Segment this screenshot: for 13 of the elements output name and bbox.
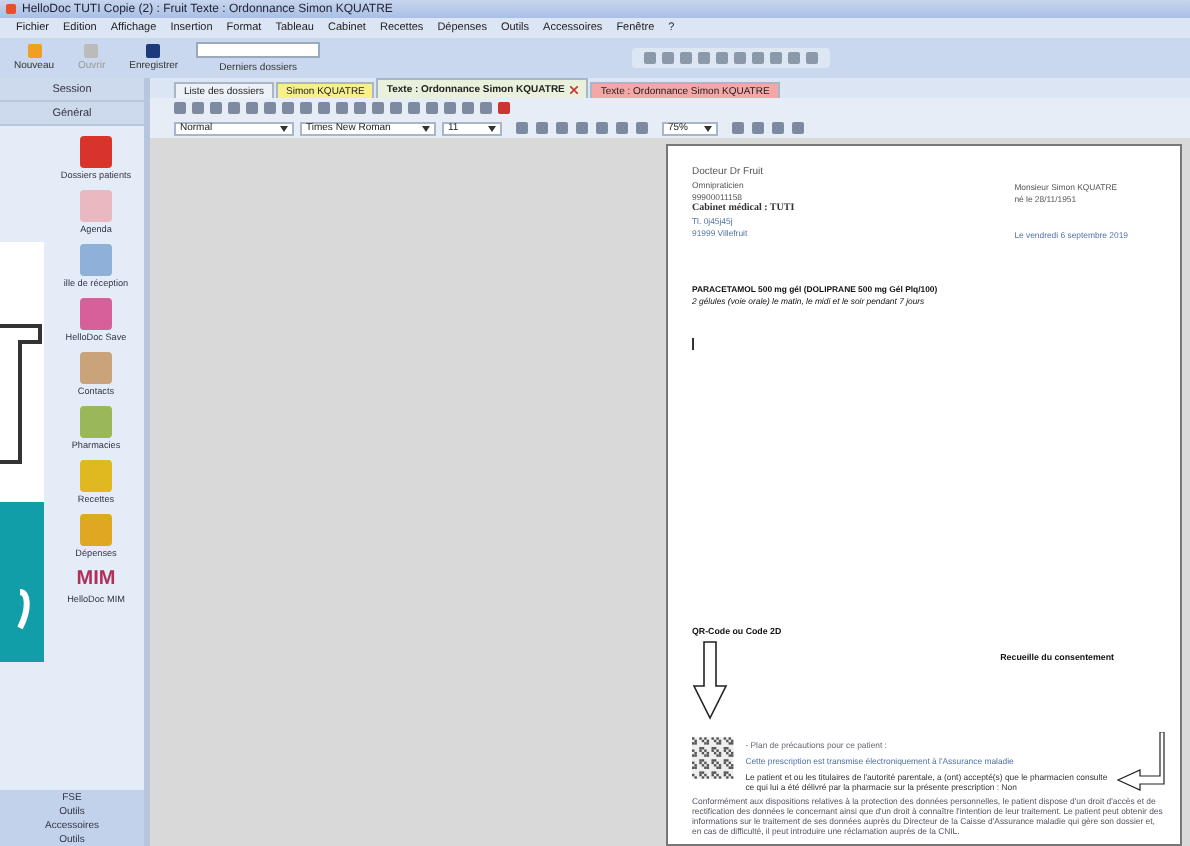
caret-icon [488, 125, 496, 131]
toolbar-icon-group[interactable] [632, 48, 831, 68]
caret-icon [422, 125, 430, 131]
list-buttons[interactable] [732, 122, 804, 134]
mim-logo: MIM [76, 568, 116, 592]
caret-icon [704, 125, 712, 131]
text-cursor [692, 338, 694, 350]
close-icon[interactable] [570, 85, 579, 93]
recent-files-dropdown[interactable] [196, 42, 321, 58]
down-arrow-icon [692, 640, 728, 720]
editing-toolbar[interactable] [174, 102, 510, 114]
formatting-buttons[interactable] [516, 122, 648, 134]
caret-icon [280, 125, 288, 131]
